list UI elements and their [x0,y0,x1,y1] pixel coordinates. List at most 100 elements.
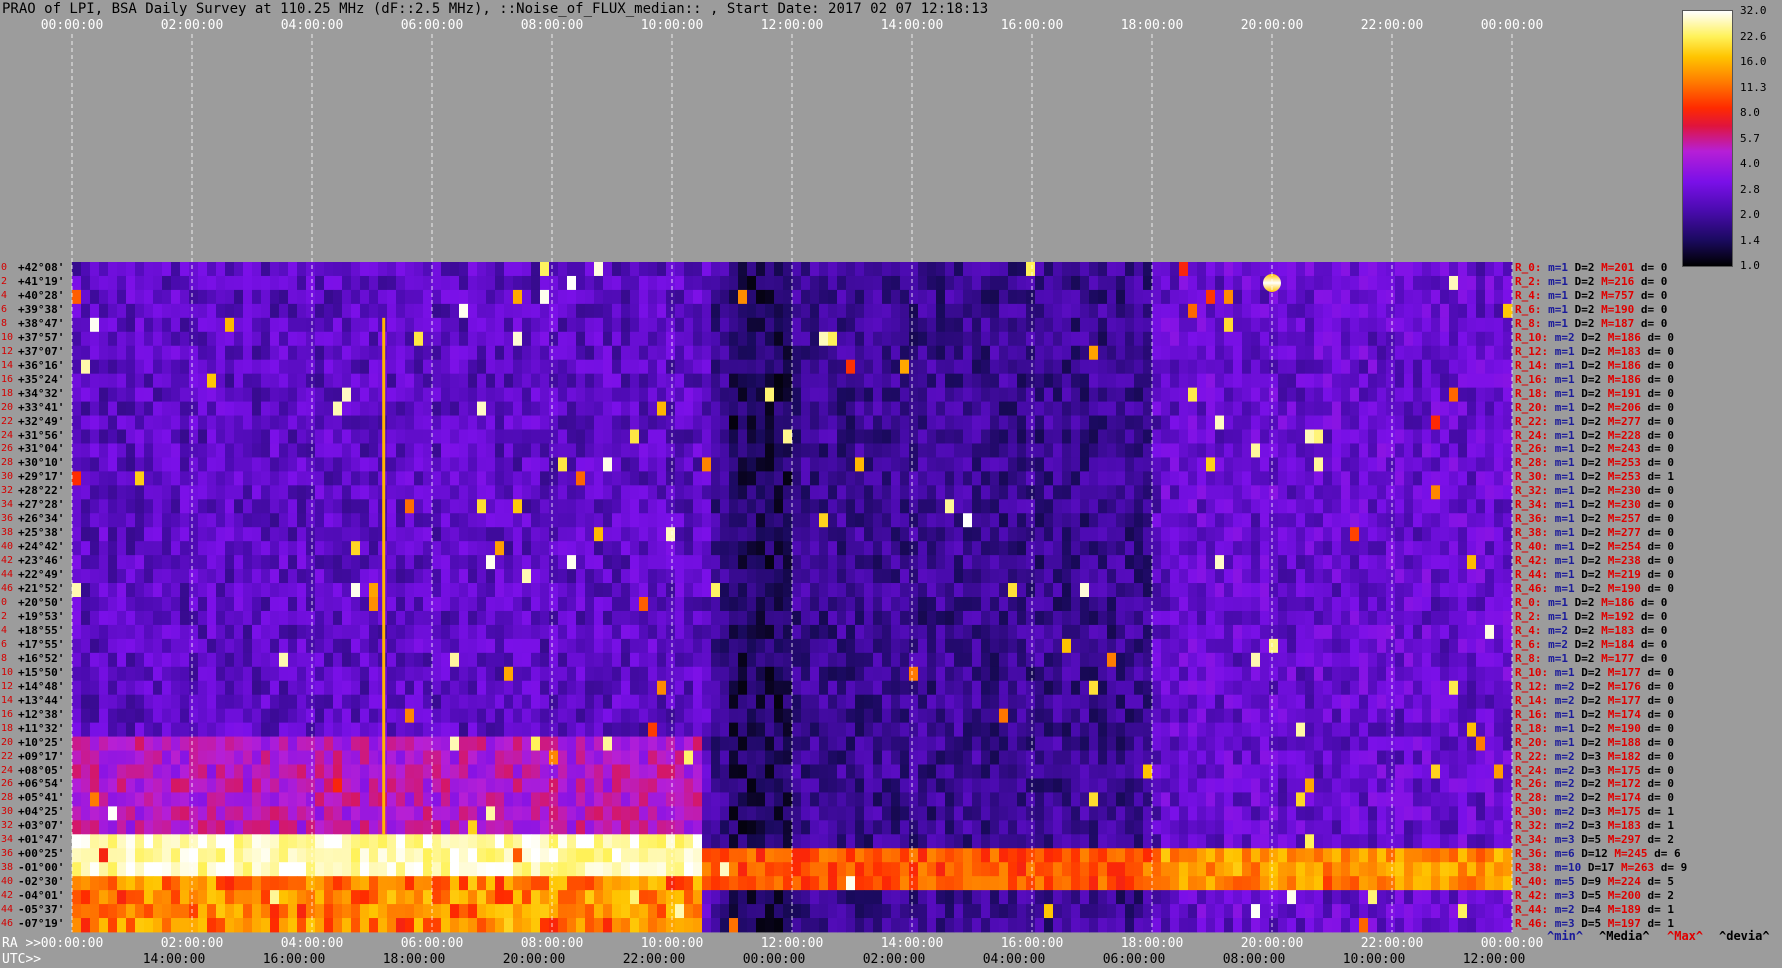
heatmap-cell [765,345,775,361]
heatmap-cell [666,262,676,277]
heatmap-cell [144,401,154,416]
heatmap-cell [1278,303,1288,319]
heatmap-cell [1152,485,1162,500]
heatmap-cell [720,666,730,682]
heatmap-cell [1089,583,1099,598]
heatmap-cell [1476,345,1486,361]
heatmap-cell [1485,666,1495,682]
heatmap-cell [855,513,865,528]
heatmap-cell [1332,652,1342,668]
heatmap-cell [1062,443,1072,458]
heatmap-cell [981,359,991,375]
heatmap-cell [360,555,370,570]
heatmap-cell [864,680,874,696]
heatmap-cell [963,513,973,528]
heatmap-cell [234,443,244,458]
heatmap-cell [855,303,865,319]
heatmap-cell [567,471,577,486]
heatmap-cell [729,638,739,654]
heatmap-cell [1188,289,1198,305]
heatmap-cell [1485,680,1495,696]
heatmap-cell [243,680,253,696]
heatmap-cell [450,624,460,640]
heatmap-cell [1476,569,1486,584]
heatmap-cell [675,541,685,556]
heatmap-cell [1206,317,1216,333]
heatmap-cell [90,541,100,556]
heatmap-cell [612,583,622,598]
heatmap-cell [1251,289,1261,305]
heatmap-cell [963,583,973,598]
heatmap-cell [828,429,838,444]
heatmap-cell [1179,345,1189,361]
heatmap-cell [1260,289,1270,305]
heatmap-cell [882,541,892,556]
heatmap-cell [495,401,505,416]
heatmap-cell [990,666,1000,682]
heatmap-cell [1161,624,1171,640]
heatmap-cell [603,597,613,612]
heatmap-cell [576,555,586,570]
heatmap-cell [936,527,946,542]
heatmap-cell [612,262,622,277]
heatmap-cell [1323,569,1333,584]
heatmap-cell [1071,624,1081,640]
heatmap-cell [261,401,271,416]
heatmap-cell [324,387,334,402]
heatmap-cell [675,638,685,654]
heatmap-cell [1305,359,1315,375]
heatmap-cell [1494,429,1504,444]
heatmap-cell [441,471,451,486]
heatmap-cell [639,373,649,389]
heatmap-cell [423,471,433,486]
heatmap-cell [963,457,973,472]
heatmap-cell [702,666,712,682]
heatmap-cell [1278,443,1288,458]
heatmap-cell [1017,541,1027,556]
heatmap-cell [855,569,865,584]
heatmap-cell [171,527,181,542]
heatmap-cell [657,583,667,598]
heatmap-cell [1215,387,1225,402]
heatmap-cell [1089,275,1099,291]
heatmap-cell [1395,275,1405,291]
heatmap-cell [243,262,253,277]
heatmap-cell [90,429,100,444]
heatmap-cell [477,275,487,291]
heatmap-cell [207,457,217,472]
heatmap-cell [729,499,739,514]
heatmap-cell [1260,583,1270,598]
heatmap-cell [1080,359,1090,375]
heatmap-cell [1359,457,1369,472]
heatmap-cell [1116,597,1126,612]
heatmap-cell [423,303,433,319]
heatmap-cell [828,359,838,375]
heatmap-cell [117,597,127,612]
heatmap-cell [1287,457,1297,472]
heatmap-cell [747,331,757,347]
heatmap-cell [261,262,271,277]
heatmap-cell [1071,555,1081,570]
heatmap-cell [522,471,532,486]
heatmap-cell [540,597,550,612]
heatmap-cell [1350,373,1360,389]
heatmap-cell [846,485,856,500]
heatmap-cell [108,694,118,710]
heatmap-cell [801,359,811,375]
heatmap-cell [1152,610,1162,626]
heatmap-cell [1359,513,1369,528]
heatmap-cell [450,485,460,500]
heatmap-cell [612,275,622,291]
heatmap-cell [693,555,703,570]
heatmap-cell [1287,666,1297,682]
heatmap-cell [927,624,937,640]
heatmap-cell [216,680,226,696]
heatmap-cell [1386,471,1396,486]
heatmap-cell [720,541,730,556]
heatmap-cell [1413,610,1423,626]
heatmap-cell [1467,471,1477,486]
heatmap-cell [1323,680,1333,696]
heatmap-cell [180,541,190,556]
heatmap-cell [675,583,685,598]
heatmap-cell [675,569,685,584]
